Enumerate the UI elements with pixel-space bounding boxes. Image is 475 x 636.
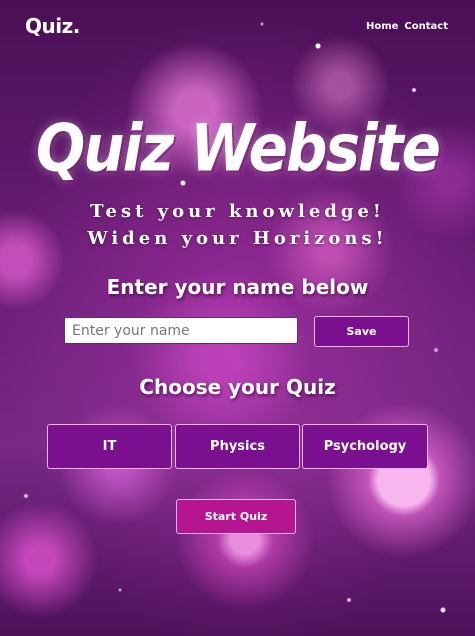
start-quiz-button[interactable]: Start Quiz (176, 499, 296, 534)
save-button[interactable]: Save (314, 316, 409, 347)
quiz-section-heading: Choose your Quiz (139, 375, 336, 399)
site-logo[interactable]: Quiz. (25, 14, 80, 38)
name-input[interactable] (64, 317, 298, 344)
tagline-line-2: Widen your Horizons! (87, 228, 388, 249)
hero-title: Quiz Website (35, 110, 441, 187)
quiz-option-psychology[interactable]: Psychology (302, 424, 428, 469)
nav-links: Home Contact (366, 21, 448, 32)
quiz-option-physics[interactable]: Physics (175, 424, 300, 469)
name-section-heading: Enter your name below (106, 275, 369, 299)
nav-link-contact[interactable]: Contact (404, 21, 448, 32)
tagline-line-1: Test your knowledge! (90, 201, 385, 222)
quiz-option-it[interactable]: IT (47, 424, 172, 469)
top-nav: Quiz. Home Contact (0, 0, 475, 56)
nav-link-home[interactable]: Home (366, 21, 398, 32)
